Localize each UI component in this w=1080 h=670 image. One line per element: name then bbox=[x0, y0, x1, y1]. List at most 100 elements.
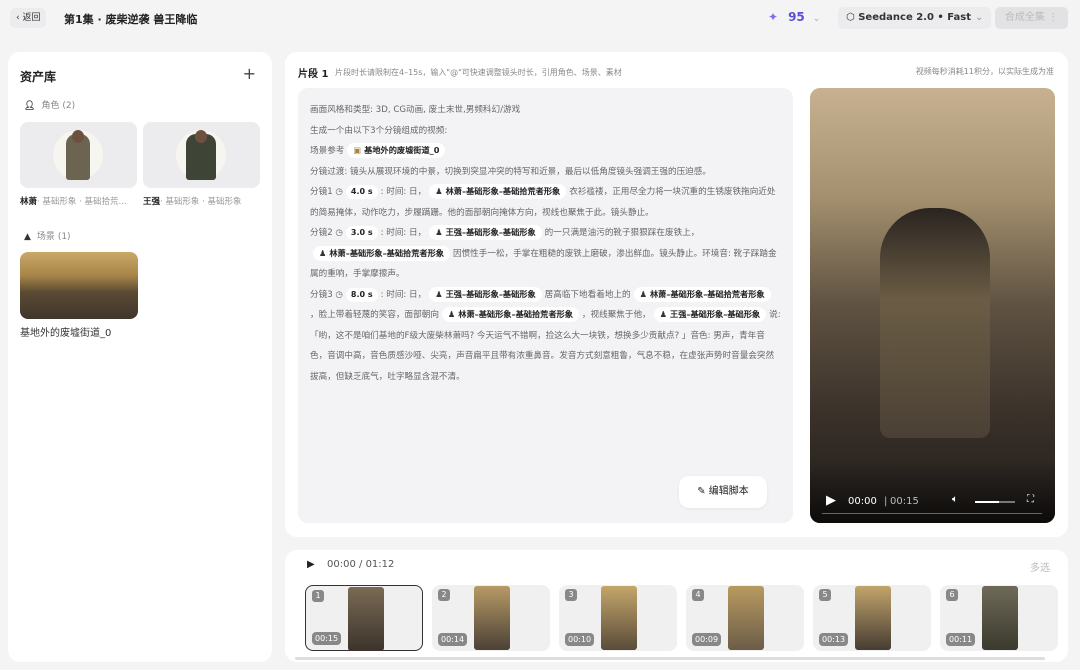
character-name: 林萧 bbox=[20, 197, 38, 207]
timeline-clip[interactable]: 1 00:15 bbox=[305, 585, 423, 651]
character-reference-tag[interactable]: ♟ 王强–基础形象–基础形象 bbox=[653, 307, 767, 322]
scene-name: 基地外的废墟街道_0 bbox=[20, 328, 112, 339]
character-icon: ♟ bbox=[639, 288, 647, 299]
character-reference-tag[interactable]: ♟ 林萧–基础形象–基础拾荒者形象 bbox=[633, 286, 771, 302]
clip-duration: 00:15 bbox=[312, 632, 342, 645]
script-text: ，视线聚焦于他， bbox=[581, 310, 651, 320]
back-button[interactable]: ‹ 返回 bbox=[10, 8, 47, 28]
asset-library-panel: 资产库 + 👤︎ 角色 (2) 林萧· 基础形象 · 基础拾荒... 王强· 基础… bbox=[8, 52, 272, 662]
clip-duration: 00:13 bbox=[819, 633, 849, 646]
script-line: 分镜过渡: 镜头从展现环境的中景，切换到突显冲突的特写和近景，最后以低角度镜头强… bbox=[310, 162, 781, 183]
play-icon[interactable]: ▶ bbox=[307, 559, 315, 570]
script-text: 分镜2 ◷ bbox=[310, 228, 343, 238]
timeline-clip[interactable]: 5 00:13 bbox=[813, 585, 931, 651]
video-player[interactable]: ▶ 00:00 | 00:15 🔈︎ ⛶ bbox=[810, 88, 1055, 523]
play-icon[interactable]: ▶ bbox=[826, 493, 836, 508]
tag-label: 林萧–基础形象–基础拾荒者形象 bbox=[445, 186, 561, 196]
cost-note: 视频每秒消耗11积分，以实际生成为准 bbox=[915, 67, 1054, 76]
script-text: 画面风格和类型: 3D, CG动画, 废土末世,男频科幻/游戏 bbox=[310, 105, 521, 115]
clip-thumbnail bbox=[982, 586, 1018, 650]
script-text: 分镜1 ◷ bbox=[310, 187, 343, 197]
timeline-current: 00:00 bbox=[327, 559, 356, 570]
timeline-clip[interactable]: 6 00:11 bbox=[940, 585, 1058, 651]
scene-reference-tag[interactable]: ▣ 基地外的废墟街道_0 bbox=[347, 143, 446, 158]
credits-dropdown[interactable]: ✦ 95 ⌄ bbox=[768, 10, 820, 24]
fullscreen-icon[interactable]: ⛶ bbox=[1027, 494, 1034, 505]
shot-duration-pill[interactable]: 4.0 s bbox=[345, 185, 378, 199]
model-selector[interactable]: ⬡ Seedance 2.0 • Fast ⌄ bbox=[838, 7, 992, 29]
video-duration: 00:15 bbox=[890, 496, 919, 507]
characters-label: 角色 bbox=[41, 101, 60, 111]
video-frame bbox=[880, 208, 990, 438]
script-line: 生成一个由以下3个分镜组成的视频: bbox=[310, 121, 781, 142]
character-caption: 王强· 基础形象 · 基础形象 bbox=[143, 195, 260, 207]
script-text: : 时间: 日， bbox=[380, 228, 427, 238]
script-text: 居高临下地看着地上的 bbox=[544, 289, 631, 300]
edit-script-label: 编辑脚本 bbox=[708, 486, 749, 497]
shot-duration-pill[interactable]: 3.0 s bbox=[345, 226, 378, 240]
character-reference-tag[interactable]: ♟ 王强–基础形象–基础形象 bbox=[429, 225, 542, 240]
model-label: Seedance 2.0 • Fast bbox=[858, 12, 971, 23]
character-reference-tag[interactable]: ♟ 林萧–基础形象–基础拾荒者形象 bbox=[313, 245, 450, 261]
scene-thumbnail[interactable] bbox=[20, 252, 138, 319]
tag-label: 基地外的废墟街道_0 bbox=[364, 145, 440, 155]
video-current-time: 00:00 bbox=[848, 496, 877, 507]
volume-icon[interactable]: 🔈︎ bbox=[952, 494, 958, 505]
script-editor[interactable]: 画面风格和类型: 3D, CG动画, 废土末世,男频科幻/游戏生成一个由以下3个… bbox=[298, 88, 793, 523]
chevron-down-icon: ⌄ bbox=[975, 12, 984, 23]
clip-number: 4 bbox=[692, 589, 704, 601]
clip-number: 5 bbox=[819, 589, 831, 601]
compose-all-button[interactable]: 合成全集 ⋮ bbox=[995, 7, 1068, 29]
timeline-clip[interactable]: 4 00:09 bbox=[686, 585, 804, 651]
clip-duration: 00:09 bbox=[692, 633, 722, 646]
edit-script-button[interactable]: ✎ 编辑脚本 bbox=[679, 476, 767, 508]
pencil-icon: ✎ bbox=[697, 486, 709, 497]
add-asset-button[interactable]: + bbox=[243, 64, 256, 83]
script-text: 的一只满是油污的靴子狠狠踩在废铁上， bbox=[544, 228, 700, 238]
mountain-icon: ▲ bbox=[24, 232, 31, 242]
tag-label: 林萧–基础形象–基础拾荒者形象 bbox=[649, 288, 765, 299]
script-line: 场景参考 ▣ 基地外的废墟街道_0 bbox=[310, 141, 781, 162]
character-reference-tag[interactable]: ♟ 王强–基础形象–基础形象 bbox=[429, 286, 542, 302]
clip-number: 1 bbox=[312, 590, 324, 602]
character-icon: ♟ bbox=[319, 247, 327, 258]
shot-duration-pill[interactable]: 8.0 s bbox=[345, 287, 378, 302]
segment-panel: 片段 1 片段时长请限制在4–15s，输入"@"可快速调整镜头时长，引用角色、场… bbox=[285, 52, 1068, 537]
credits-value: 95 bbox=[788, 10, 805, 24]
clip-thumbnail bbox=[601, 586, 637, 650]
character-reference-tag[interactable]: ♟ 林萧–基础形象–基础拾荒者形象 bbox=[429, 184, 567, 199]
character-icon: ♟ bbox=[435, 288, 443, 299]
clip-number: 3 bbox=[565, 589, 577, 601]
script-text: : 时间: 日， bbox=[380, 289, 427, 300]
character-card-wangqiang[interactable] bbox=[143, 122, 260, 188]
volume-level bbox=[975, 501, 999, 503]
timeline-clip[interactable]: 3 00:10 bbox=[559, 585, 677, 651]
video-controls: ▶ 00:00 | 00:15 🔈︎ ⛶ bbox=[810, 463, 1055, 523]
character-desc: · 基础形象 · 基础形象 bbox=[160, 197, 242, 207]
script-line: 分镜1 ◷ 4.0 s: 时间: 日， ♟ 林萧–基础形象–基础拾荒者形象 衣衫褴褛，正… bbox=[310, 182, 781, 223]
clip-thumbnail bbox=[348, 587, 384, 651]
script-line: 画面风格和类型: 3D, CG动画, 废土末世,男频科幻/游戏 bbox=[310, 100, 781, 121]
chevron-down-icon: ⌄ bbox=[812, 14, 821, 24]
clip-number: 6 bbox=[946, 589, 958, 601]
back-label: 返回 bbox=[22, 13, 41, 23]
clip-thumbnail bbox=[855, 586, 891, 650]
character-icon: ♟ bbox=[447, 309, 456, 319]
clip-thumbnail bbox=[474, 586, 510, 650]
timeline-clip[interactable]: 2 00:14 bbox=[432, 585, 550, 651]
character-icon: ♟ bbox=[435, 186, 443, 196]
video-progress-bar[interactable] bbox=[822, 513, 1042, 514]
character-icon: ♟ bbox=[659, 309, 668, 319]
timeline-scrollbar[interactable] bbox=[295, 657, 1045, 660]
multi-select-button[interactable]: 多选 bbox=[1030, 559, 1050, 574]
clip-number: 2 bbox=[438, 589, 450, 601]
character-card-linxiao[interactable] bbox=[20, 122, 137, 188]
volume-slider[interactable] bbox=[975, 501, 1015, 503]
character-reference-tag[interactable]: ♟ 林萧–基础形象–基础拾荒者形象 bbox=[441, 307, 579, 322]
character-head bbox=[195, 130, 207, 143]
character-name: 王强 bbox=[143, 197, 161, 207]
characters-section-header: 👤︎ 角色 (2) bbox=[24, 98, 75, 111]
asset-library-title: 资产库 bbox=[20, 70, 57, 84]
tag-label: 林萧–基础形象–基础拾荒者形象 bbox=[329, 247, 444, 258]
top-bar: ‹ 返回 第1集 · 废柴逆袭 兽王降临 ✦ 95 ⌄ ⬡ Seedance 2.0… bbox=[0, 0, 1080, 38]
